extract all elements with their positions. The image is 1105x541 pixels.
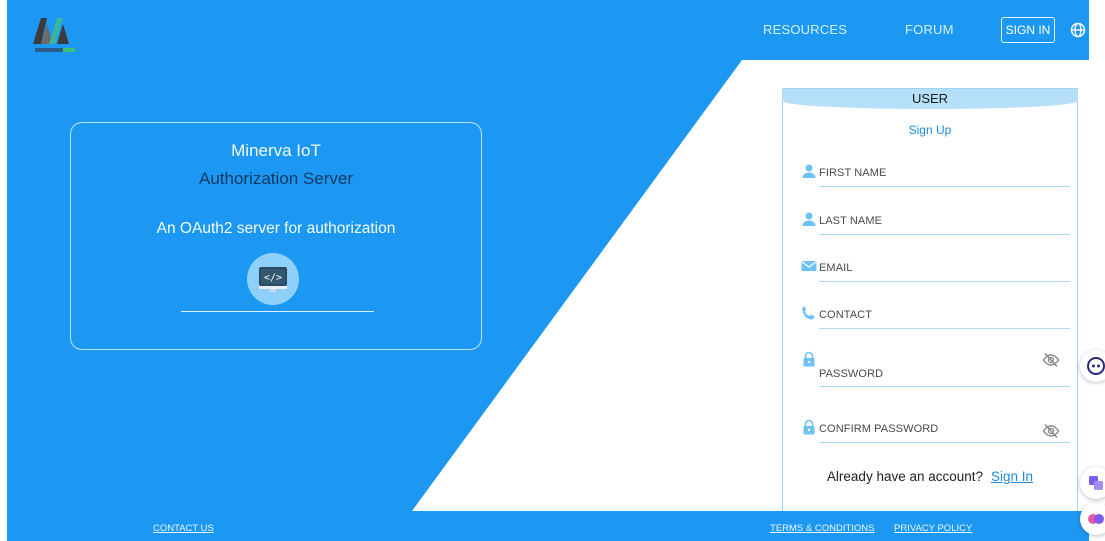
have-account-text: Already have an account? <box>826 469 984 484</box>
info-card: Minerva IoT Authorization Server An OAut… <box>70 122 482 350</box>
phone-icon <box>801 305 817 321</box>
footer: CONTACT US TERMS & CONDITIONS PRIVACY PO… <box>7 511 1089 541</box>
brain-icon[interactable] <box>1080 503 1105 535</box>
header-sign-in-button[interactable]: SIGN IN <box>1001 17 1055 43</box>
lock-icon <box>801 419 817 435</box>
lock-icon <box>801 351 817 367</box>
envelope-icon <box>801 258 817 274</box>
email-underline <box>819 281 1070 282</box>
page: RESOURCES FORUM SIGN IN Minerva IoT Auth… <box>7 0 1089 541</box>
nav-resources[interactable]: RESOURCES <box>763 22 847 37</box>
user-tab-label: USER <box>911 91 949 106</box>
confirm-password-underline <box>819 442 1070 443</box>
signup-heading: Sign Up <box>908 123 952 137</box>
sign-in-link[interactable]: Sign In <box>991 469 1033 484</box>
minerva-logo[interactable] <box>27 12 87 60</box>
chat-assistant-icon[interactable] <box>1080 350 1105 382</box>
password-label: PASSWORD <box>819 368 884 380</box>
email-field[interactable]: EMAIL <box>801 258 1070 282</box>
person-icon <box>801 211 817 227</box>
terms-link[interactable]: TERMS & CONDITIONS <box>770 523 875 534</box>
confirm-password-label: CONFIRM PASSWORD <box>819 423 939 435</box>
nav-forum[interactable]: FORUM <box>905 22 954 37</box>
last-name-field[interactable]: LAST NAME <box>801 211 1070 235</box>
contact-label: CONTACT <box>819 309 873 321</box>
first-name-label: FIRST NAME <box>819 167 887 179</box>
last-name-label: LAST NAME <box>819 215 883 227</box>
info-subtitle: Authorization Server <box>198 169 354 188</box>
signup-card: USER Sign Up FIRST NAME LAST NAME EMAIL <box>782 88 1078 513</box>
user-tab[interactable]: USER <box>782 89 1078 109</box>
eye-off-icon[interactable] <box>1042 351 1060 369</box>
svg-text:</>: </> <box>264 273 282 284</box>
first-name-field[interactable]: FIRST NAME <box>801 163 1070 187</box>
person-icon <box>801 163 817 179</box>
privacy-link[interactable]: PRIVACY POLICY <box>894 523 972 534</box>
contact-field[interactable]: CONTACT <box>801 305 1070 329</box>
info-title: Minerva IoT <box>231 141 321 160</box>
eye-off-icon[interactable] <box>1042 422 1060 440</box>
contact-us-link[interactable]: CONTACT US <box>153 523 214 534</box>
password-underline <box>819 386 1070 387</box>
translate-icon[interactable] <box>1080 467 1105 499</box>
email-label: EMAIL <box>819 262 853 274</box>
last-name-underline <box>819 234 1070 235</box>
code-monitor-icon: </> <box>247 253 299 305</box>
globe-icon[interactable] <box>1070 22 1086 38</box>
info-description: An OAuth2 server for authorization <box>156 220 396 237</box>
have-account-row: Already have an account? Sign In <box>783 469 1077 484</box>
password-field[interactable]: PASSWORD <box>801 351 1070 387</box>
first-name-underline <box>819 186 1070 187</box>
contact-underline <box>819 328 1070 329</box>
info-divider <box>181 311 374 312</box>
confirm-password-field[interactable]: CONFIRM PASSWORD <box>801 419 1070 443</box>
